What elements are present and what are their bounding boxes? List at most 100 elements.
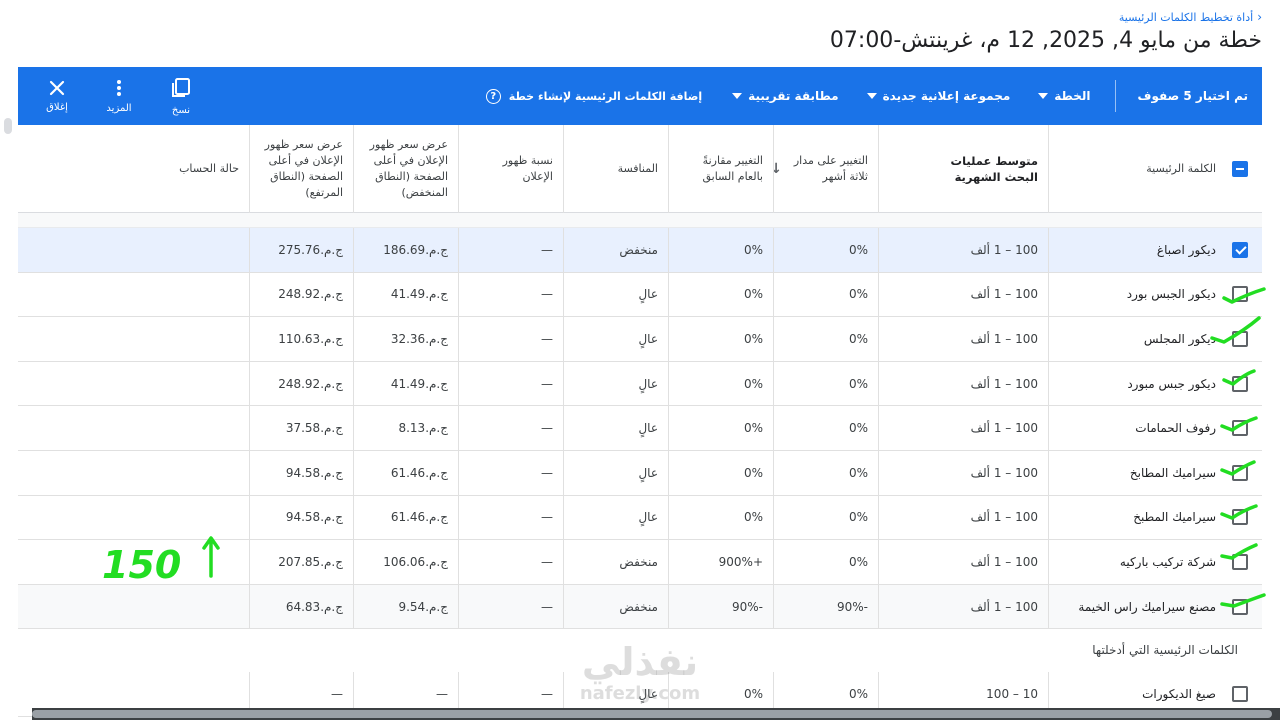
header-three-month[interactable]: التغيير على مدار ثلاثة أشهر xyxy=(773,125,878,213)
header-three-month-label: التغيير على مدار ثلاثة أشهر xyxy=(793,154,868,183)
bid-high-value: ج.م.207.85 xyxy=(278,554,343,569)
yoy-value: 0% xyxy=(743,331,763,346)
three-month-value: 0% xyxy=(848,554,868,569)
impression-share-value: — xyxy=(541,554,553,569)
scrollbar-thumb[interactable] xyxy=(32,710,1272,718)
table-row[interactable]: ديكور المجلس 100 – 1 ألف 0% 0% عالٍ — ج.م.32.3… xyxy=(18,317,1262,362)
close-label: إغلاق xyxy=(46,101,68,113)
breadcrumb[interactable]: ‹ أداة تخطيط الكلمات الرئيسية xyxy=(1119,10,1262,24)
row-checkbox[interactable] xyxy=(1232,330,1248,347)
bid-low-value: ج.م.61.46 xyxy=(390,510,448,525)
competition-value: عالٍ xyxy=(638,331,658,346)
header-avg-searches[interactable]: متوسط عمليات البحث الشهرية ↓ xyxy=(770,125,1048,213)
row-checkbox[interactable] xyxy=(1232,375,1248,392)
header-impression-share-label: نسبة ظهور الإعلان xyxy=(502,154,553,183)
keyword-text: سيراميك المطبخ xyxy=(1133,510,1216,525)
more-button[interactable]: المزيد xyxy=(88,79,150,114)
header-yoy[interactable]: التغيير مقارنةً بالعام السابق xyxy=(668,125,773,213)
header-competition[interactable]: المنافسة xyxy=(563,125,668,213)
table-row[interactable]: سيراميك المطبخ 100 – 1 ألف 0% 0% عالٍ — ج.م.61… xyxy=(18,495,1262,541)
competition-value: عالٍ xyxy=(638,421,658,436)
bid-low-value: ج.م.41.49 xyxy=(390,376,448,391)
bid-low-value: ج.م.106.06 xyxy=(383,554,448,569)
watermark: نفذلي nafezly.com xyxy=(560,640,720,704)
bid-high-value: ج.م.110.63 xyxy=(278,331,343,346)
account-status-cell xyxy=(18,228,249,272)
bid-low-value: — xyxy=(436,686,448,701)
copy-button[interactable]: نسخ xyxy=(150,77,212,116)
table-row[interactable]: ديكور جبس مبورد 100 – 1 ألف 0% 0% عالٍ — ج.م.4… xyxy=(18,361,1262,407)
side-scrollbar[interactable] xyxy=(4,118,12,134)
keyword-text: رفوف الحمامات xyxy=(1135,421,1216,436)
yoy-value: 0% xyxy=(743,686,763,701)
competition-value: منخفض xyxy=(619,554,658,569)
header-keyword[interactable]: الكلمة الرئيسية xyxy=(1048,125,1262,213)
competition-cell: منخفض xyxy=(563,584,668,629)
match-type-dropdown[interactable]: مطابقة تقريبية xyxy=(732,89,839,103)
impression-share-value: — xyxy=(541,421,553,436)
three-month-cell: 0% xyxy=(773,451,878,495)
yoy-value: 0% xyxy=(743,421,763,436)
row-checkbox[interactable] xyxy=(1232,509,1248,526)
bid-high-cell: ج.م.94.58 xyxy=(249,451,353,495)
row-checkbox[interactable] xyxy=(1232,464,1248,481)
header-bid-high-label: عرض سعر ظهور الإعلان في أعلى الصفحة (الن… xyxy=(264,138,343,199)
plan-dropdown[interactable]: الخطة xyxy=(1038,89,1091,103)
account-status-cell xyxy=(18,451,249,495)
help-icon[interactable]: ? xyxy=(485,88,501,104)
table-row[interactable]: ديكور اصباغ 100 – 1 ألف 0% 0% منخفض — ج.م.186.… xyxy=(18,228,1262,273)
account-status-cell xyxy=(18,496,249,540)
caret-down-icon xyxy=(732,93,743,99)
yoy-cell: 0% xyxy=(668,451,773,495)
close-button[interactable]: إغلاق xyxy=(26,80,88,113)
table-row[interactable]: مصنع سيراميك راس الخيمة 100 – 1 ألف -90% -9… xyxy=(18,584,1262,630)
header-account-status[interactable]: حالة الحساب xyxy=(18,125,249,213)
bid-low-value: ج.م.32.36 xyxy=(390,331,448,346)
add-keywords-button[interactable]: إضافة الكلمات الرئيسية لإنشاء خطة ? xyxy=(485,88,703,104)
row-checkbox[interactable] xyxy=(1232,241,1248,258)
horizontal-scrollbar[interactable] xyxy=(32,708,1280,720)
row-checkbox[interactable] xyxy=(1232,685,1248,702)
row-checkbox[interactable] xyxy=(1232,553,1248,570)
impression-share-cell: — xyxy=(458,228,563,272)
yoy-value: 0% xyxy=(743,242,763,257)
yoy-cell: 0% xyxy=(668,495,773,540)
row-checkbox[interactable] xyxy=(1232,286,1248,303)
bid-high-cell: ج.م.37.58 xyxy=(249,406,353,450)
header-bid-high[interactable]: عرض سعر ظهور الإعلان في أعلى الصفحة (الن… xyxy=(249,125,353,213)
keyword-cell: شركة تركيب باركيه xyxy=(1048,540,1262,584)
competition-cell: منخفض xyxy=(563,540,668,584)
select-all-checkbox[interactable] xyxy=(1232,161,1248,177)
impression-share-value: — xyxy=(541,510,553,525)
competition-cell: عالٍ xyxy=(563,272,668,317)
three-month-value: 0% xyxy=(848,686,868,701)
row-checkbox[interactable] xyxy=(1232,420,1248,437)
three-month-value: 0% xyxy=(848,510,868,525)
close-icon xyxy=(49,80,65,95)
competition-value: عالٍ xyxy=(638,465,658,480)
ad-group-dropdown[interactable]: مجموعة إعلانية جديدة xyxy=(866,89,1010,103)
table-row[interactable]: سيراميك المطابخ 100 – 1 ألف 0% 0% عالٍ — ج.م.6… xyxy=(18,451,1262,496)
competition-cell: منخفض xyxy=(563,228,668,272)
add-keywords-label: إضافة الكلمات الرئيسية لإنشاء خطة xyxy=(508,89,703,103)
avg-searches-cell: 100 – 1 ألف xyxy=(878,584,1048,629)
keyword-cell: ديكور الجبس بورد xyxy=(1048,272,1262,317)
account-status-cell xyxy=(18,406,249,450)
header-bid-low[interactable]: عرض سعر ظهور الإعلان في أعلى الصفحة (الن… xyxy=(353,125,458,213)
header-impression-share[interactable]: نسبة ظهور الإعلان xyxy=(458,125,563,213)
selected-count: تم اختيار 5 صفوف xyxy=(1137,89,1248,103)
bid-high-cell: ج.م.64.83 xyxy=(249,584,353,629)
match-type-dropdown-label: مطابقة تقريبية xyxy=(748,89,839,103)
table-row[interactable]: رفوف الحمامات 100 – 1 ألف 0% 0% عالٍ — ج.م.8.1… xyxy=(18,406,1262,451)
breadcrumb-link[interactable]: أداة تخطيط الكلمات الرئيسية xyxy=(1119,11,1253,24)
impression-share-cell: — xyxy=(458,317,563,361)
more-vert-icon xyxy=(117,79,121,96)
table-row[interactable]: ديكور الجبس بورد 100 – 1 ألف 0% 0% عالٍ — ج.م.… xyxy=(18,272,1262,318)
table-row[interactable]: شركة تركيب باركيه 100 – 1 ألف 0% +900% منخفض… xyxy=(18,540,1262,585)
three-month-cell: 0% xyxy=(773,406,878,450)
bid-high-value: ج.م.275.76 xyxy=(278,242,343,257)
row-checkbox[interactable] xyxy=(1232,598,1248,615)
impression-share-cell: — xyxy=(458,272,563,317)
bid-high-cell: ج.م.248.92 xyxy=(249,272,353,317)
keyword-cell: ديكور المجلس xyxy=(1048,317,1262,361)
